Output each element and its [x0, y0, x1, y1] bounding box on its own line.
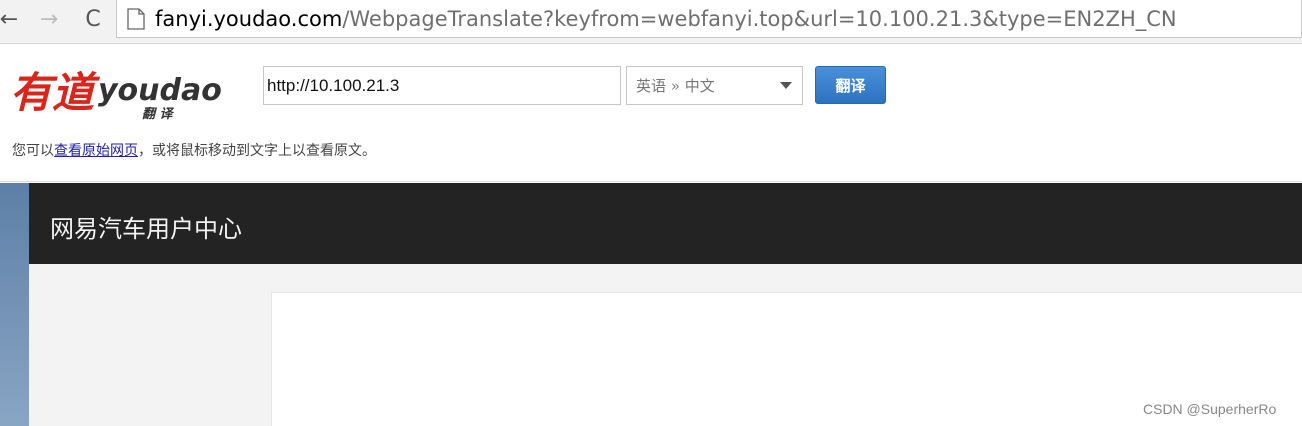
hint-before: 您可以 [12, 143, 54, 159]
site-title: 网易汽车用户中心 [50, 215, 242, 243]
back-arrow-icon[interactable]: ← [0, 6, 22, 32]
svg-text:翻 译: 翻 译 [142, 106, 175, 120]
chevron-down-icon [780, 82, 792, 89]
svg-text:youdao: youdao [98, 73, 222, 108]
forward-arrow-icon[interactable]: → [36, 6, 62, 32]
translate-button[interactable]: 翻译 [815, 66, 886, 104]
svg-text:有道: 有道 [10, 68, 101, 117]
browser-toolbar: ← → C fanyi.youdao.com/WebpageTranslate?… [0, 0, 1302, 44]
webpage-url-input[interactable]: http://10.100.21.3 [263, 66, 621, 105]
youdao-logo[interactable]: 有道 youdao 翻 译 [10, 62, 225, 120]
side-strip [0, 183, 29, 426]
url-path: /WebpageTranslate?keyfrom=webfanyi.top&u… [342, 6, 1177, 31]
hint-after: ，或将鼠标移动到文字上以查看原文。 [138, 143, 376, 159]
address-url: fanyi.youdao.com/WebpageTranslate?keyfro… [155, 7, 1177, 31]
page-icon [127, 7, 145, 30]
watermark: CSDN @SuperherRo [1143, 401, 1277, 417]
translated-page: 网易汽车用户中心 [0, 183, 1302, 426]
hint-text: 您可以查看原始网页，或将鼠标移动到文字上以查看原文。 [12, 140, 376, 160]
site-header: 网易汽车用户中心 [29, 183, 1302, 264]
youdao-translate-bar: 有道 youdao 翻 译 http://10.100.21.3 英语 » 中文… [0, 44, 1302, 182]
view-original-link[interactable]: 查看原始网页 [54, 143, 138, 159]
address-bar[interactable]: fanyi.youdao.com/WebpageTranslate?keyfro… [116, 0, 1302, 38]
language-select-value: 英语 » 中文 [636, 77, 715, 95]
url-host: fanyi.youdao.com [155, 6, 343, 31]
reload-icon[interactable]: C [80, 6, 106, 32]
language-select[interactable]: 英语 » 中文 [626, 66, 803, 105]
